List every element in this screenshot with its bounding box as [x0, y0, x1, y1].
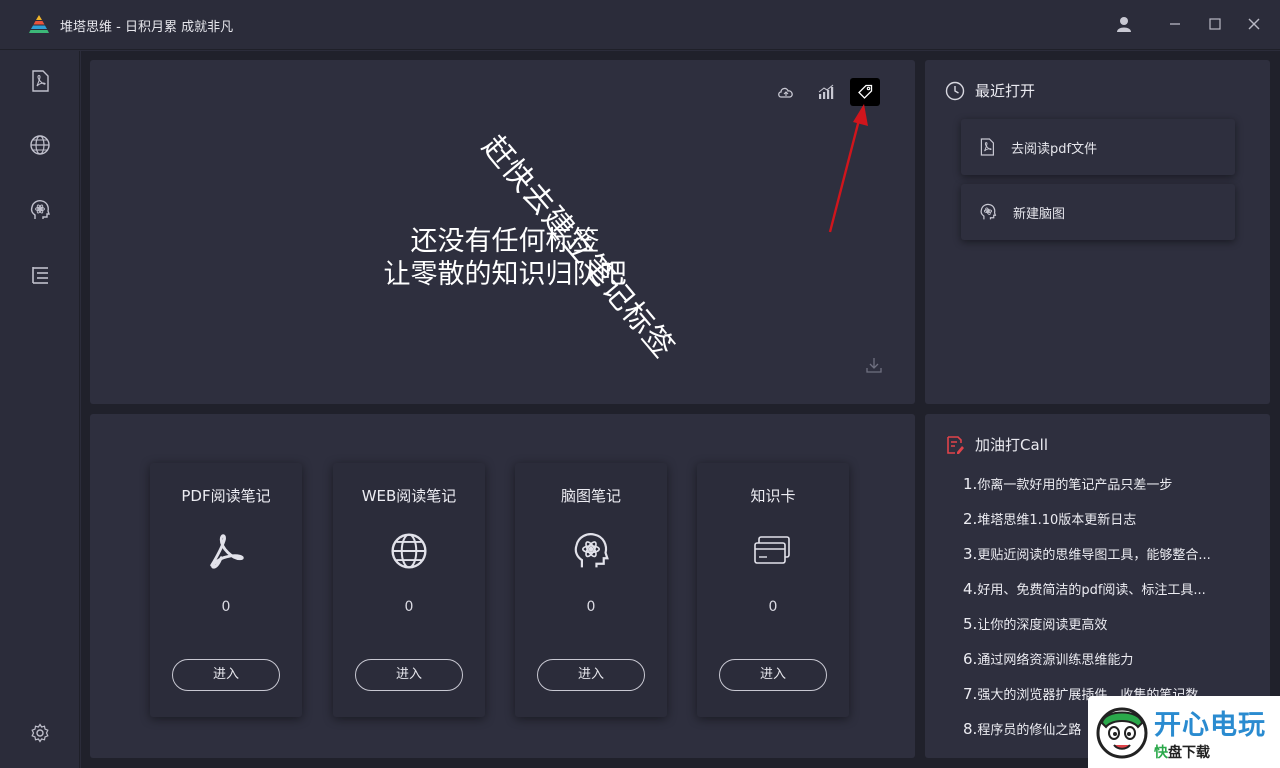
call-item[interactable]: 5.让你的深度阅读更高效: [963, 614, 1263, 649]
recent-item-pdf[interactable]: 去阅读pdf文件: [961, 119, 1235, 175]
card-count: 0: [768, 599, 778, 615]
main-area: 还没有任何标签 让零散的知识归队吧 赶快去建立笔记标签 最近打开 去阅读pdf文…: [81, 51, 1280, 768]
globe-icon: [30, 135, 50, 155]
pdf-icon: [32, 70, 49, 92]
recent-item-label: 新建脑图: [1013, 206, 1066, 222]
call-title: 加油打Call: [975, 436, 1049, 454]
watermark-logo: 开心电玩 快盘下载: [1088, 696, 1280, 768]
card-mindmap-notes: 脑图笔记 0 进入: [515, 463, 667, 717]
card-title: WEB阅读笔记: [361, 487, 457, 505]
enter-button[interactable]: 进入: [537, 659, 645, 691]
call-item[interactable]: 2.堆塔思维1.10版本更新日志: [963, 509, 1263, 544]
call-item[interactable]: 4.好用、免费简洁的pdf阅读、标注工具...: [963, 579, 1263, 614]
user-icon[interactable]: [1114, 14, 1134, 34]
sidebar-item-web[interactable]: [26, 131, 54, 159]
card-count: 0: [586, 599, 596, 615]
annotation-arrow: [828, 104, 868, 233]
download-icon: [866, 358, 882, 373]
sidebar-item-mindmap[interactable]: [26, 196, 54, 224]
download-button[interactable]: [865, 356, 883, 378]
settings-icon: [31, 723, 49, 743]
app-title: 堆塔思维 - 日积月累 成就非凡: [60, 20, 234, 35]
call-header: 加油打Call: [945, 434, 1048, 455]
tags-panel: 还没有任何标签 让零散的知识归队吧 赶快去建立笔记标签: [90, 60, 915, 404]
settings-button[interactable]: [26, 719, 54, 747]
clock-icon: [945, 81, 965, 100]
tag-icon: [858, 84, 873, 99]
card-pdf-notes: PDF阅读笔记 0 进入: [150, 463, 302, 717]
brain-icon: [571, 531, 611, 571]
cloud-button[interactable]: [771, 78, 801, 106]
brain-icon: [30, 200, 50, 219]
card-web-notes: WEB阅读笔记 0 进入: [333, 463, 485, 717]
title-bar: 堆塔思维 - 日积月累 成就非凡: [0, 0, 1280, 50]
watermark-sub: 快盘下载: [1154, 744, 1210, 761]
maximize-icon[interactable]: [1205, 14, 1225, 34]
mascot-icon: [1096, 707, 1148, 759]
minimize-icon[interactable]: [1165, 14, 1185, 34]
call-item[interactable]: 6.通过网络资源训练思维能力: [963, 649, 1263, 684]
sidebar-item-outline[interactable]: [26, 261, 54, 289]
recent-item-mindmap[interactable]: 新建脑图: [961, 184, 1235, 240]
list-tree-icon: [32, 267, 48, 284]
acrobat-icon: [206, 531, 246, 571]
card-title: 脑图笔记: [560, 487, 621, 505]
card-title: PDF阅读笔记: [181, 487, 271, 505]
card-knowledge-cards: 知识卡 0 进入: [697, 463, 849, 717]
watermark-text: 开心电玩 快盘下载: [1154, 703, 1266, 762]
call-item[interactable]: 1.你离一款好用的笔记产品只差一步: [963, 474, 1263, 509]
empty-line-1: 还没有任何标签: [410, 226, 600, 257]
recent-panel: 最近打开 去阅读pdf文件 新建脑图: [925, 60, 1270, 404]
watermark-main: 开心电玩: [1154, 709, 1266, 741]
globe-icon: [389, 531, 429, 571]
recent-title: 最近打开: [975, 82, 1036, 100]
recent-header: 最近打开: [945, 80, 1035, 101]
enter-button[interactable]: 进入: [172, 659, 280, 691]
card-count: 0: [404, 599, 414, 615]
enter-button[interactable]: 进入: [719, 659, 827, 691]
close-icon[interactable]: [1244, 14, 1264, 34]
brain-icon: [980, 203, 997, 220]
cloud-icon: [778, 87, 793, 98]
card-count: 0: [221, 599, 231, 615]
app-logo-icon: [29, 15, 49, 33]
chart-icon: [818, 84, 834, 99]
cards-icon: [753, 531, 793, 571]
sidebar: [0, 51, 80, 768]
enter-button[interactable]: 进入: [355, 659, 463, 691]
recent-item-label: 去阅读pdf文件: [1011, 141, 1098, 157]
notes-panel: PDF阅读笔记 0 进入 WEB阅读笔记 0 进入 脑图笔记 0 进入 知识卡: [90, 414, 915, 758]
edit-doc-icon: [947, 435, 964, 454]
pdf-icon: [980, 138, 994, 156]
call-item[interactable]: 3.更贴近阅读的思维导图工具，能够整合...: [963, 544, 1263, 579]
card-title: 知识卡: [750, 487, 796, 505]
sidebar-item-pdf[interactable]: [26, 67, 54, 95]
